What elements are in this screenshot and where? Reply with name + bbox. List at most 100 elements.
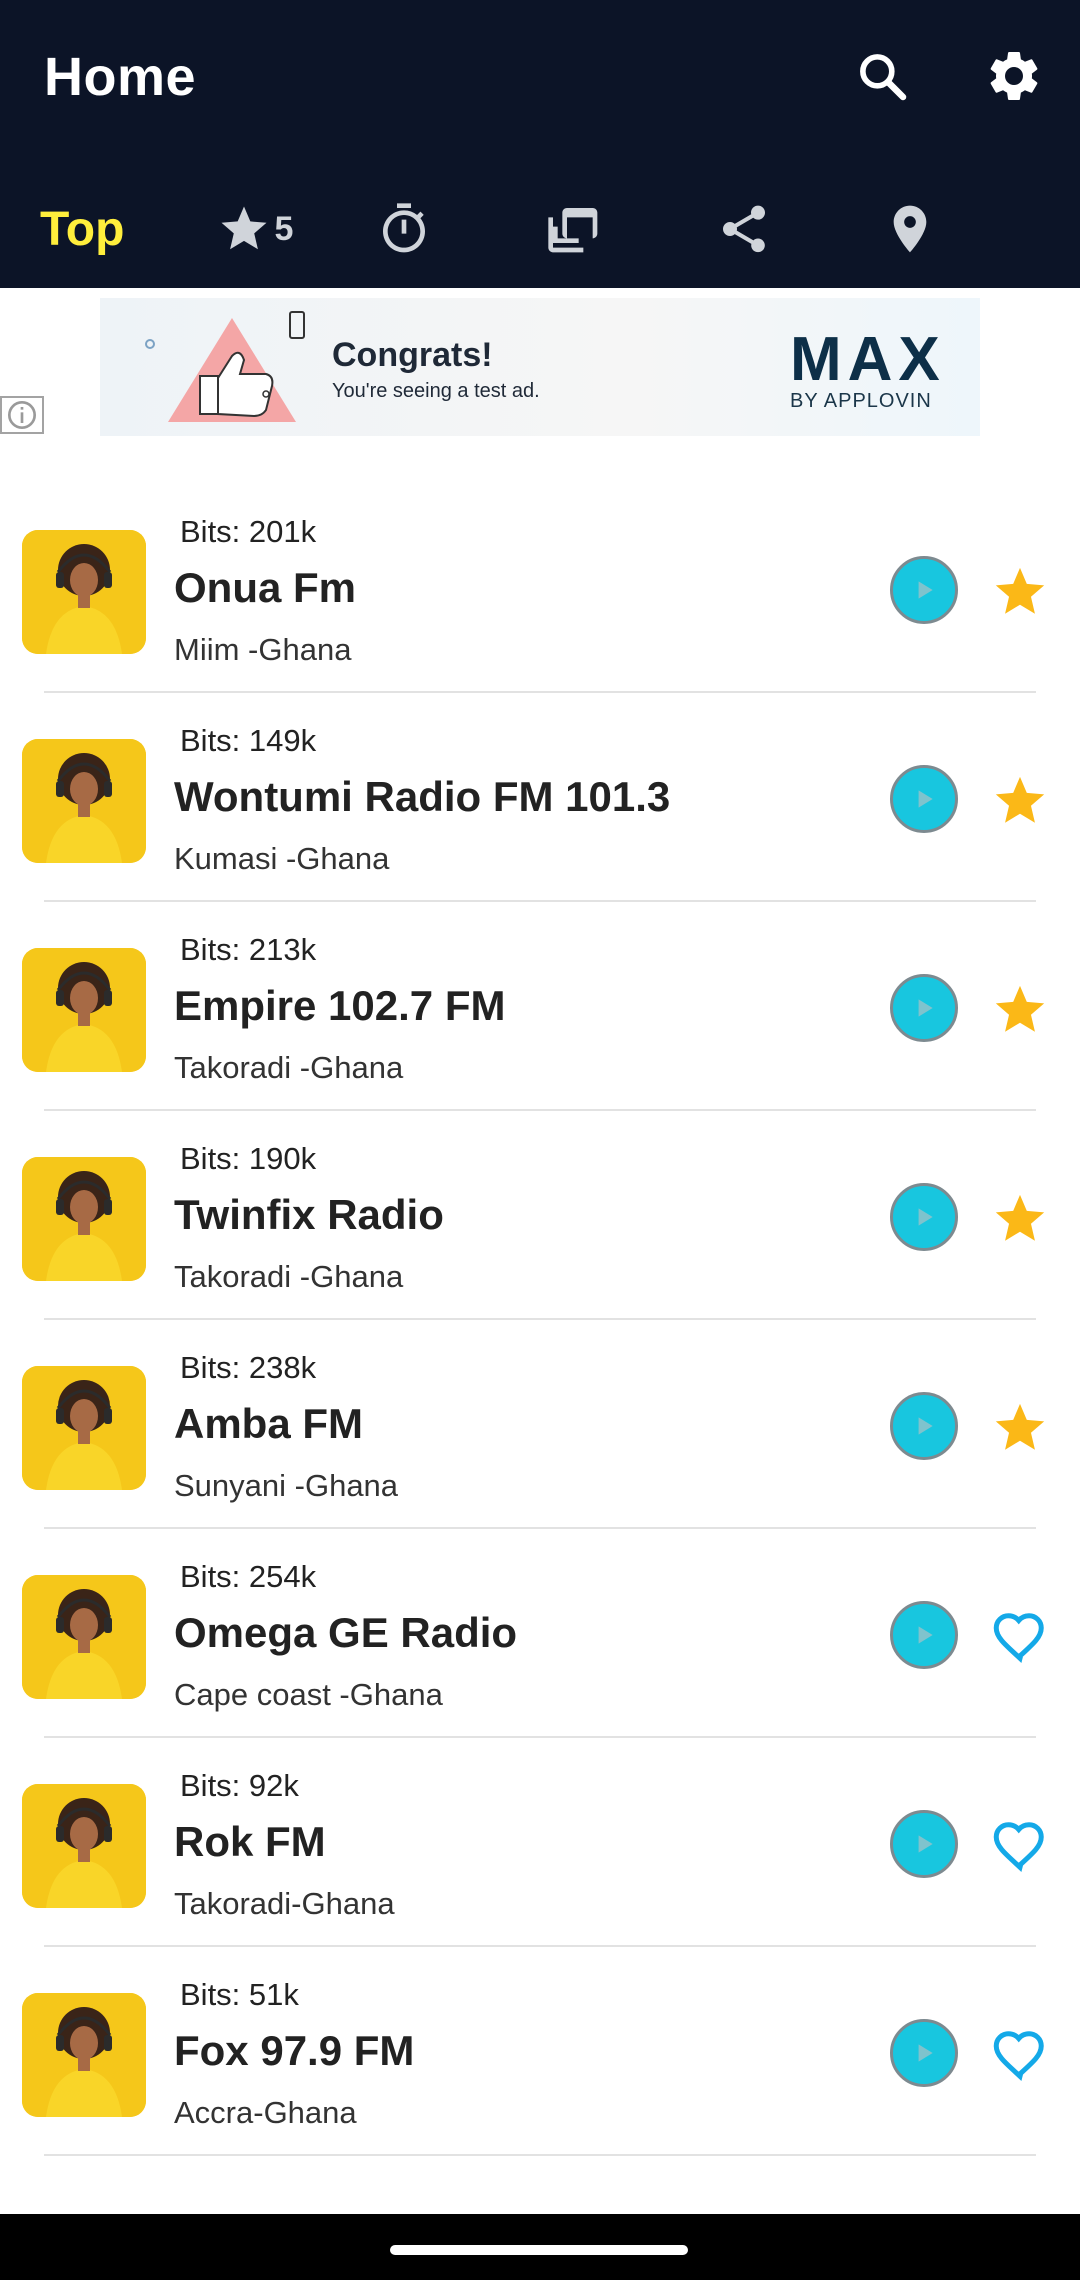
station-location: Cape coast -Ghana	[174, 1677, 443, 1712]
timer-icon	[383, 203, 425, 253]
station-bits: Bits: 51k	[180, 1977, 299, 2012]
station-name: Onua Fm	[174, 564, 357, 611]
favorite-button[interactable]	[990, 1607, 1050, 1667]
station-avatar-icon	[22, 739, 146, 863]
play-button[interactable]	[890, 1183, 958, 1251]
station-avatar-icon	[22, 1157, 146, 1281]
station-thumbnail	[22, 1784, 146, 1908]
station-row[interactable]: Bits: 149k Wontumi Radio FM 101.3 Kumasi…	[0, 693, 1080, 902]
station-name: Amba FM	[174, 1400, 363, 1447]
share-icon	[723, 205, 765, 253]
info-icon	[8, 401, 36, 429]
tab-share[interactable]	[704, 170, 784, 288]
favorite-button[interactable]	[990, 1816, 1050, 1876]
tab-favorites[interactable]: 5	[200, 170, 310, 288]
search-icon	[860, 54, 907, 101]
star-icon	[995, 776, 1045, 823]
heart-icon	[993, 2031, 1044, 2081]
play-button[interactable]	[890, 1392, 958, 1460]
ad-title: Congrats!	[332, 336, 493, 374]
play-icon	[918, 1626, 933, 1644]
location-icon	[893, 205, 927, 253]
ad-banner[interactable]: Congrats! You're seeing a test ad. MAX B…	[100, 298, 980, 436]
station-bits: Bits: 238k	[180, 1350, 317, 1385]
station-row[interactable]: Bits: 190k Twinfix Radio Takoradi -Ghana	[0, 1111, 1080, 1320]
station-name: Fox 97.9 FM	[174, 2027, 415, 2074]
favorites-count: 5	[274, 209, 294, 248]
page-title: Home	[44, 47, 197, 107]
station-location: Kumasi -Ghana	[174, 841, 390, 876]
star-icon	[995, 567, 1045, 614]
station-avatar-icon	[22, 948, 146, 1072]
play-icon	[918, 1417, 933, 1435]
station-thumbnail	[22, 1366, 146, 1490]
play-icon	[918, 999, 933, 1017]
station-list: Bits: 201k Onua Fm Miim -Ghana Bits: 149…	[0, 484, 1080, 2156]
star-icon	[995, 1403, 1045, 1450]
star-icon	[995, 1194, 1045, 1241]
station-location: Accra-Ghana	[174, 2095, 357, 2130]
station-location: Takoradi -Ghana	[174, 1050, 404, 1085]
recent-icon	[548, 208, 598, 253]
favorite-button[interactable]	[990, 980, 1050, 1040]
tab-recent[interactable]	[534, 170, 614, 288]
station-bits: Bits: 254k	[180, 1559, 317, 1594]
star-icon	[995, 985, 1045, 1032]
settings-button[interactable]	[978, 40, 1050, 112]
station-thumbnail	[22, 1993, 146, 2117]
play-button[interactable]	[890, 1810, 958, 1878]
play-button[interactable]	[890, 974, 958, 1042]
row-divider	[44, 2154, 1036, 2156]
station-thumbnail	[22, 1157, 146, 1281]
app-bar: Home Top 5	[0, 0, 1080, 288]
station-name: Wontumi Radio FM 101.3	[174, 773, 671, 820]
station-name: Twinfix Radio	[174, 1191, 444, 1238]
favorite-button[interactable]	[990, 2025, 1050, 2085]
ad-brand: MAX	[790, 325, 946, 394]
station-avatar-icon	[22, 1366, 146, 1490]
station-row[interactable]: Bits: 201k Onua Fm Miim -Ghana	[0, 484, 1080, 693]
heart-icon	[993, 1613, 1044, 1663]
station-name: Rok FM	[174, 1818, 326, 1865]
search-button[interactable]	[846, 40, 918, 112]
station-thumbnail	[22, 530, 146, 654]
station-bits: Bits: 92k	[180, 1768, 299, 1803]
home-indicator[interactable]	[390, 2245, 688, 2255]
play-button[interactable]	[890, 556, 958, 624]
tab-location[interactable]	[870, 170, 950, 288]
system-nav-bar	[0, 2214, 1080, 2280]
station-bits: Bits: 213k	[180, 932, 317, 967]
station-thumbnail	[22, 948, 146, 1072]
favorite-button[interactable]	[990, 1189, 1050, 1249]
ad-subtitle: You're seeing a test ad.	[332, 380, 540, 402]
station-bits: Bits: 201k	[180, 514, 317, 549]
station-thumbnail	[22, 739, 146, 863]
tab-timer[interactable]	[364, 170, 444, 288]
play-icon	[918, 2044, 933, 2062]
ad-info-button[interactable]	[0, 396, 44, 434]
station-location: Sunyani -Ghana	[174, 1468, 399, 1503]
favorite-button[interactable]	[990, 1398, 1050, 1458]
station-row[interactable]: Bits: 254k Omega GE Radio Cape coast -Gh…	[0, 1529, 1080, 1738]
favorite-button[interactable]	[990, 562, 1050, 622]
station-row[interactable]: Bits: 213k Empire 102.7 FM Takoradi -Gha…	[0, 902, 1080, 1111]
ad-brand-sub: BY APPLOVIN	[790, 390, 932, 412]
station-location: Takoradi -Ghana	[174, 1259, 404, 1294]
station-row[interactable]: Bits: 238k Amba FM Sunyani -Ghana	[0, 1320, 1080, 1529]
play-icon	[918, 790, 933, 808]
station-bits: Bits: 149k	[180, 723, 317, 758]
station-thumbnail	[22, 1575, 146, 1699]
play-button[interactable]	[890, 2019, 958, 2087]
station-location: Miim -Ghana	[174, 632, 352, 667]
favorite-button[interactable]	[990, 771, 1050, 831]
station-bits: Bits: 190k	[180, 1141, 317, 1176]
play-button[interactable]	[890, 765, 958, 833]
thumbs-up-icon	[145, 311, 305, 422]
tab-bar: Top 5	[0, 170, 1080, 288]
play-button[interactable]	[890, 1601, 958, 1669]
star-icon	[221, 206, 267, 250]
station-row[interactable]: Bits: 92k Rok FM Takoradi-Ghana	[0, 1738, 1080, 1947]
gear-icon	[990, 51, 1038, 100]
station-row[interactable]: Bits: 51k Fox 97.9 FM Accra-Ghana	[0, 1947, 1080, 2156]
tab-top[interactable]: Top	[40, 170, 160, 288]
